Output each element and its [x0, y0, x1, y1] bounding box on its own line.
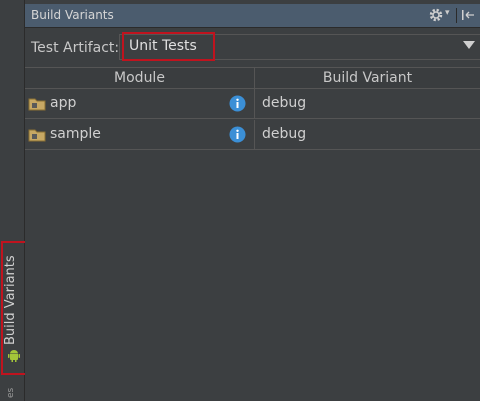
panel-title: Build Variants [31, 8, 114, 22]
chevron-down-icon[interactable]: ▾ [445, 8, 450, 18]
gear-icon[interactable] [428, 7, 444, 23]
module-cell: sample [25, 120, 255, 150]
variant-cell[interactable]: debug [255, 120, 480, 150]
variant-cell[interactable]: debug [255, 89, 480, 119]
info-icon[interactable] [229, 126, 246, 143]
dropdown-arrow-icon[interactable] [463, 41, 475, 49]
column-header-build-variant[interactable]: Build Variant [255, 68, 480, 88]
table-row[interactable]: sample debug [25, 120, 480, 150]
bottom-tab-label[interactable]: es [6, 388, 16, 398]
build-variant-value: debug [262, 95, 307, 111]
module-folder-icon [28, 98, 46, 111]
titlebar-divider [456, 8, 457, 23]
test-artifact-label: Test Artifact: [31, 40, 120, 56]
build-variants-tab[interactable]: Build Variants [3, 255, 18, 345]
module-cell: app [25, 89, 255, 119]
column-header-module[interactable]: Module [25, 68, 255, 88]
table-body: app debug sample debug [25, 89, 480, 401]
test-artifact-row: Test Artifact: Unit Tests [25, 28, 480, 66]
test-artifact-highlight [122, 32, 215, 61]
module-name: app [50, 95, 77, 111]
build-variants-panel: Build Variants ▾ Test Artifact: Unit Tes… [25, 0, 480, 401]
table-header: Module Build Variant [25, 67, 480, 89]
info-icon[interactable] [229, 95, 246, 112]
build-variant-value: debug [262, 126, 307, 142]
android-icon [8, 350, 20, 362]
panel-titlebar: Build Variants ▾ [25, 4, 480, 28]
table-row[interactable]: app debug [25, 89, 480, 119]
module-folder-icon [28, 129, 46, 142]
module-name: sample [50, 126, 101, 142]
hide-panel-icon[interactable] [460, 7, 476, 23]
